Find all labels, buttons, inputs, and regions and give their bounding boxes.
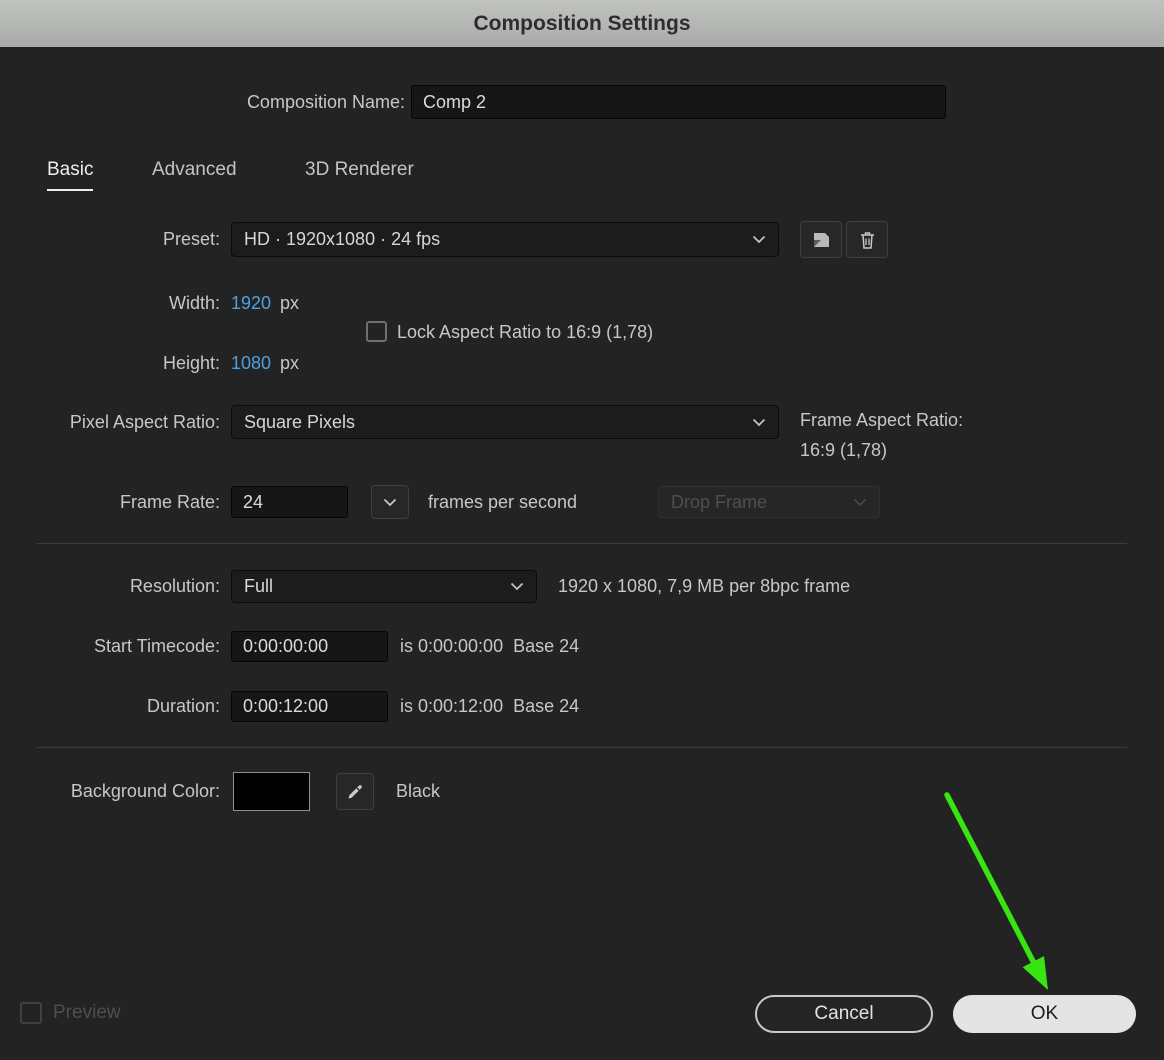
height-value[interactable]: 1080 xyxy=(231,353,271,373)
composition-settings-dialog: Composition Settings Composition Name: B… xyxy=(0,0,1164,1060)
resolution-label: Resolution: xyxy=(129,576,220,596)
composition-name-label: Composition Name: xyxy=(246,92,405,112)
frame-rate-label: Frame Rate: xyxy=(119,492,220,512)
duration-input[interactable] xyxy=(231,691,388,722)
tab-advanced[interactable]: Advanced xyxy=(152,159,237,189)
height-label: Height: xyxy=(162,353,220,373)
width-unit: px xyxy=(280,293,300,313)
background-color-swatch[interactable] xyxy=(233,772,310,811)
preset-label: Preset: xyxy=(162,229,220,249)
frame-rate-dropdown-button[interactable] xyxy=(371,485,409,519)
preview-checkbox[interactable] xyxy=(20,1002,42,1024)
chevron-down-icon xyxy=(752,418,766,426)
trash-icon xyxy=(860,231,874,249)
tab-basic[interactable]: Basic xyxy=(47,159,94,191)
save-preset-button[interactable] xyxy=(800,221,842,258)
height-value-row: 1080 px xyxy=(231,348,299,378)
frame-rate-input[interactable] xyxy=(231,486,348,518)
start-timecode-input[interactable] xyxy=(231,631,388,662)
chevron-down-icon xyxy=(752,235,766,244)
background-color-label: Background Color: xyxy=(70,781,220,801)
width-value-row: 1920 px xyxy=(231,288,299,318)
resolution-value: Full xyxy=(244,576,274,596)
lock-aspect-label: Lock Aspect Ratio to 16:9 (1,78) xyxy=(397,322,654,342)
resolution-dropdown[interactable]: Full xyxy=(231,570,537,603)
pixel-aspect-ratio-value: Square Pixels xyxy=(244,411,356,432)
preset-dropdown[interactable]: HD · 1920x1080 · 24 fps xyxy=(231,222,779,257)
width-value[interactable]: 1920 xyxy=(231,293,271,313)
width-label: Width: xyxy=(168,293,220,313)
chevron-down-icon xyxy=(853,498,867,506)
composition-name-input[interactable] xyxy=(411,85,946,119)
pixel-aspect-ratio-label: Pixel Aspect Ratio: xyxy=(69,412,220,432)
frame-aspect-ratio-label: Frame Aspect Ratio: xyxy=(800,410,964,430)
background-color-name: Black xyxy=(396,781,441,801)
tab-3d-renderer[interactable]: 3D Renderer xyxy=(305,159,414,189)
chevron-down-icon xyxy=(383,498,397,506)
cancel-button[interactable]: Cancel xyxy=(755,995,933,1033)
eyedropper-button[interactable] xyxy=(336,773,374,810)
resolution-info: 1920 x 1080, 7,9 MB per 8bpc frame xyxy=(558,576,851,596)
chevron-down-icon xyxy=(510,582,524,591)
height-unit: px xyxy=(280,353,300,373)
frame-aspect-ratio-value: 16:9 (1,78) xyxy=(800,440,888,460)
dialog-titlebar[interactable]: Composition Settings xyxy=(0,0,1164,47)
ok-button[interactable]: OK xyxy=(953,995,1136,1033)
start-timecode-info: is 0:00:00:00 Base 24 xyxy=(400,636,580,656)
pixel-aspect-ratio-dropdown[interactable]: Square Pixels xyxy=(231,405,779,439)
preview-label: Preview xyxy=(53,1002,121,1023)
eyedropper-icon xyxy=(348,784,362,798)
dialog-title: Composition Settings xyxy=(473,11,691,35)
divider xyxy=(37,543,1127,544)
drop-frame-dropdown: Drop Frame xyxy=(658,486,880,518)
save-preset-icon xyxy=(814,232,829,247)
delete-preset-button[interactable] xyxy=(846,221,888,258)
divider xyxy=(37,747,1127,748)
lock-aspect-checkbox[interactable] xyxy=(366,321,387,342)
preset-value: HD · 1920x1080 · 24 fps xyxy=(244,229,441,249)
drop-frame-value: Drop Frame xyxy=(671,491,768,512)
duration-info: is 0:00:12:00 Base 24 xyxy=(400,696,580,716)
frame-rate-suffix: frames per second xyxy=(428,492,578,512)
start-timecode-label: Start Timecode: xyxy=(93,636,220,656)
duration-label: Duration: xyxy=(146,696,220,716)
